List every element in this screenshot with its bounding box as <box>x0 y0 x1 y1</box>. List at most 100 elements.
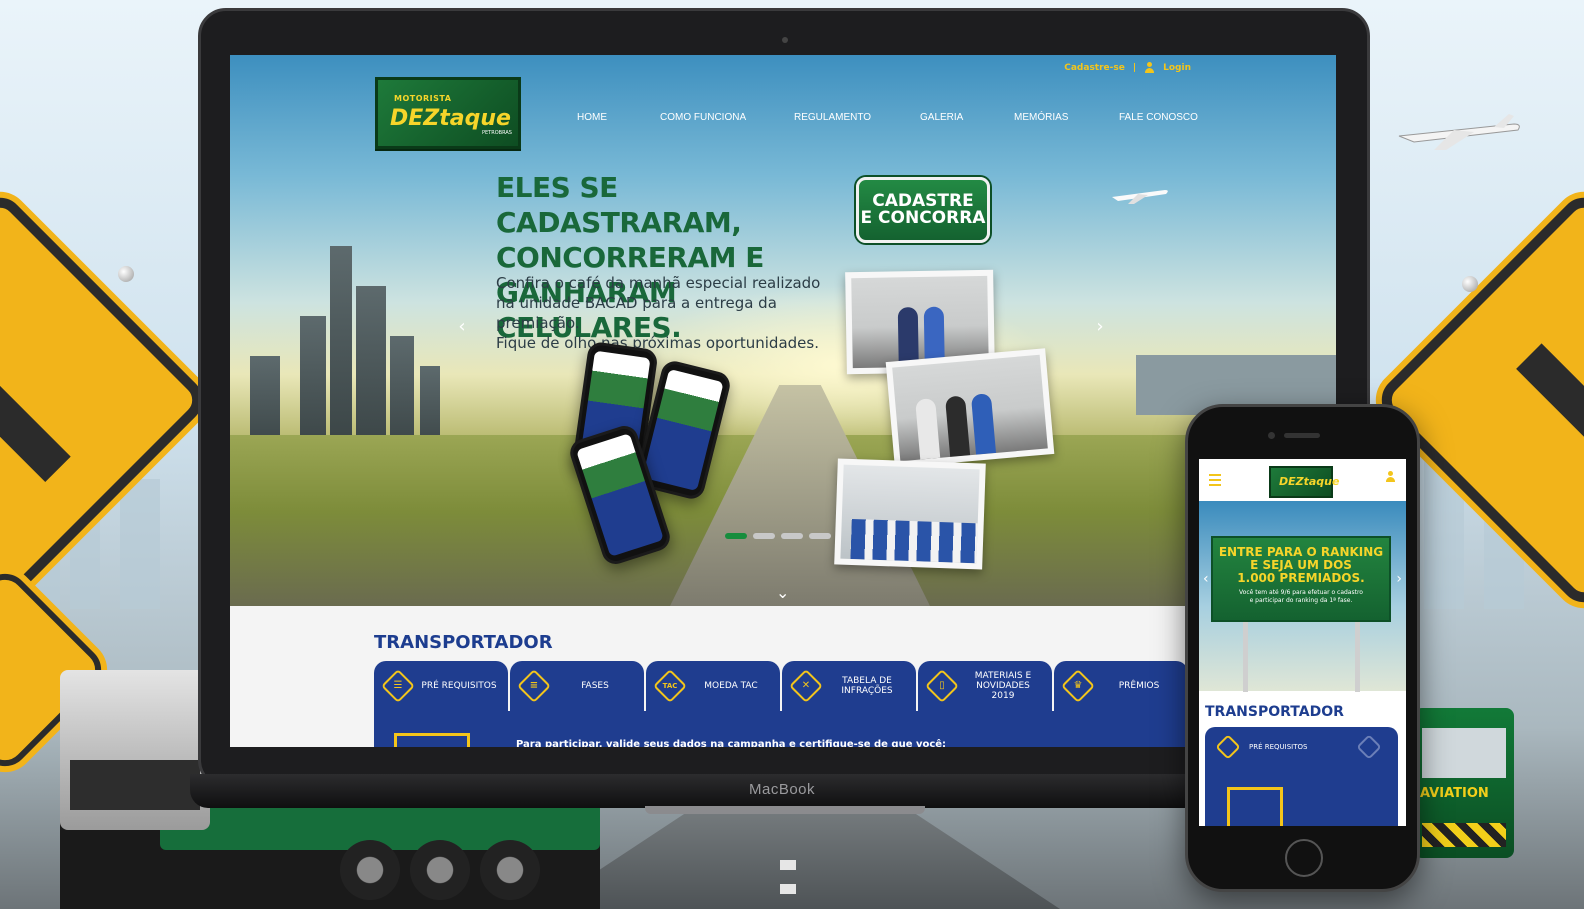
nav-memorias[interactable]: MEMÓRIAS <box>1014 112 1119 123</box>
billboard-pole <box>1355 622 1360 692</box>
slider-dots <box>725 533 831 539</box>
mobile-header: DEZtaque <box>1199 459 1406 501</box>
coin-icon: TAC <box>653 669 687 703</box>
nav-fale-conosco[interactable]: FALE CONOSCO <box>1119 112 1219 123</box>
close-icon: ✕ <box>789 669 823 703</box>
list-icon[interactable] <box>1356 734 1382 760</box>
headline-line: CONCORRERAM E <box>496 241 764 274</box>
chevron-left-icon[interactable]: ‹ <box>1203 571 1209 587</box>
person <box>970 393 997 455</box>
checklist-icon: ☰ <box>381 669 415 703</box>
road-stripe <box>780 884 796 894</box>
group-people <box>850 518 980 564</box>
tab-label: TABELA DE INFRAÇÕES <box>841 676 893 696</box>
user-icon <box>1144 62 1155 73</box>
nav-galeria[interactable]: GALERIA <box>920 112 1014 123</box>
transportador-section: TRANSPORTADOR ☰ PRÉ REQUISITOS ≡ FASES T… <box>230 606 1336 747</box>
chevron-right-icon[interactable]: › <box>1090 317 1110 337</box>
road-sign-left <box>0 187 213 613</box>
user-icon[interactable] <box>1385 471 1396 482</box>
billboard-note-line: e participar do ranking da 1ª fase. <box>1249 597 1353 604</box>
truck-hazard-stripes <box>1422 823 1506 847</box>
event-photo[interactable] <box>885 348 1055 468</box>
slider-dot[interactable] <box>781 533 803 539</box>
cadastre-concorra-button[interactable]: CADASTRE E CONCORRA <box>856 177 990 243</box>
mobile-tab-pre-requisitos[interactable]: PRÉ REQUISITOS <box>1205 727 1398 767</box>
hamburger-menu-icon[interactable] <box>1209 474 1221 489</box>
wheel <box>340 840 400 900</box>
chevron-down-icon[interactable]: ⌄ <box>776 583 789 602</box>
laptop-foot <box>645 806 925 814</box>
logo-main-text: DEZtaque <box>390 106 511 131</box>
road-stripe <box>780 860 796 870</box>
bolt <box>1462 276 1478 292</box>
laptop-camera <box>782 37 788 43</box>
headline-line: ELES SE CADASTRARAM, <box>496 171 742 239</box>
nav-regulamento[interactable]: REGULAMENTO <box>794 112 920 123</box>
person <box>944 395 971 457</box>
tab-label: PRÉ REQUISITOS <box>1249 743 1308 751</box>
laptop-screen: MOTORISTA DEZtaque PETROBRAS Cadastre-se… <box>230 55 1336 747</box>
airplane-icon <box>1398 114 1520 150</box>
tab-label: MATERIAIS E NOVIDADES 2019 <box>974 671 1032 701</box>
clipboard-icon <box>394 733 470 747</box>
home-button[interactable] <box>1285 839 1323 877</box>
hero-banner: MOTORISTA DEZtaque PETROBRAS Cadastre-se… <box>230 55 1336 606</box>
top-links: Cadastre-se | Login <box>1064 62 1191 73</box>
tab-label: PRÉ REQUISITOS <box>421 681 497 691</box>
bolt <box>118 266 134 282</box>
arrow-icon <box>0 343 71 483</box>
section-title: TRANSPORTADOR <box>374 632 553 653</box>
billboard-title-line: 1.000 PREMIADOS. <box>1237 571 1365 585</box>
cta-line: E CONCORRA <box>860 208 986 228</box>
tab-label: MOEDA TAC <box>704 681 758 691</box>
building <box>330 246 352 456</box>
trophy-icon: ♛ <box>1061 669 1095 703</box>
billboard-note-line: Você tem até 9/6 para efetuar o cadastro <box>1239 589 1363 596</box>
tab-fases[interactable]: ≡ FASES <box>510 661 644 711</box>
photo-content <box>892 354 1048 462</box>
phone-screen: DEZtaque ENTRE PARA O RANKING E SEJA UM … <box>1199 459 1406 826</box>
building <box>120 479 160 609</box>
billboard-pole <box>1243 622 1248 692</box>
truck-left <box>60 670 210 830</box>
logo-sub-text: PETROBRAS <box>482 130 512 136</box>
tab-materiais-novidades[interactable]: ▯ MATERIAIS E NOVIDADES 2019 <box>918 661 1052 711</box>
chevron-right-icon[interactable]: › <box>1396 571 1402 587</box>
subtext-line: na unidade BACAD para a entrega da premi… <box>496 294 777 332</box>
tab-premios[interactable]: ♛ PRÊMIOS <box>1054 661 1188 711</box>
event-photo[interactable] <box>834 458 986 570</box>
nav-como-funciona[interactable]: COMO FUNCIONA <box>660 112 794 123</box>
slider-dot[interactable] <box>725 533 747 539</box>
phone-speaker <box>1284 433 1320 438</box>
nav-home[interactable]: HOME <box>577 112 660 123</box>
mobile-tab-panel <box>1205 767 1398 826</box>
tab-pre-requisitos[interactable]: ☰ PRÉ REQUISITOS <box>374 661 508 711</box>
truck-windshield <box>1422 728 1506 778</box>
mobile-logo[interactable]: DEZtaque <box>1269 466 1339 498</box>
airplane-icon <box>1112 190 1168 204</box>
phone-camera <box>1268 432 1275 439</box>
building <box>356 286 386 456</box>
mobile-section-title: TRANSPORTADOR <box>1205 704 1344 720</box>
tab-tabela-infracoes[interactable]: ✕ TABELA DE INFRAÇÕES <box>782 661 916 711</box>
register-link[interactable]: Cadastre-se <box>1064 63 1125 73</box>
main-nav: HOME COMO FUNCIONA REGULAMENTO GALERIA M… <box>577 112 1219 123</box>
tab-moeda-tac[interactable]: TAC MOEDA TAC <box>646 661 780 711</box>
mobile-hero: ENTRE PARA O RANKING E SEJA UM DOS 1.000… <box>1199 501 1406 692</box>
hero-subtext: Confira o café da manhã especial realiza… <box>496 273 856 353</box>
slider-dot[interactable] <box>753 533 775 539</box>
tab-bar: ☰ PRÉ REQUISITOS ≡ FASES TAC MOEDA TAC ✕… <box>374 661 1188 711</box>
person <box>915 398 941 460</box>
logo-small-text: MOTORISTA <box>394 94 452 103</box>
photo-content <box>840 464 980 564</box>
arrow-icon <box>1516 343 1584 483</box>
clipboard-icon <box>1227 787 1283 826</box>
tab-label: PRÊMIOS <box>1118 681 1160 691</box>
subtext-line: Confira o café da manhã especial realiza… <box>496 274 821 292</box>
chevron-left-icon[interactable]: ‹ <box>452 317 472 337</box>
site-logo[interactable]: MOTORISTA DEZtaque PETROBRAS <box>375 77 521 149</box>
slider-dot[interactable] <box>809 533 831 539</box>
billboard: ENTRE PARA O RANKING E SEJA UM DOS 1.000… <box>1211 536 1391 622</box>
login-link[interactable]: Login <box>1163 63 1191 73</box>
